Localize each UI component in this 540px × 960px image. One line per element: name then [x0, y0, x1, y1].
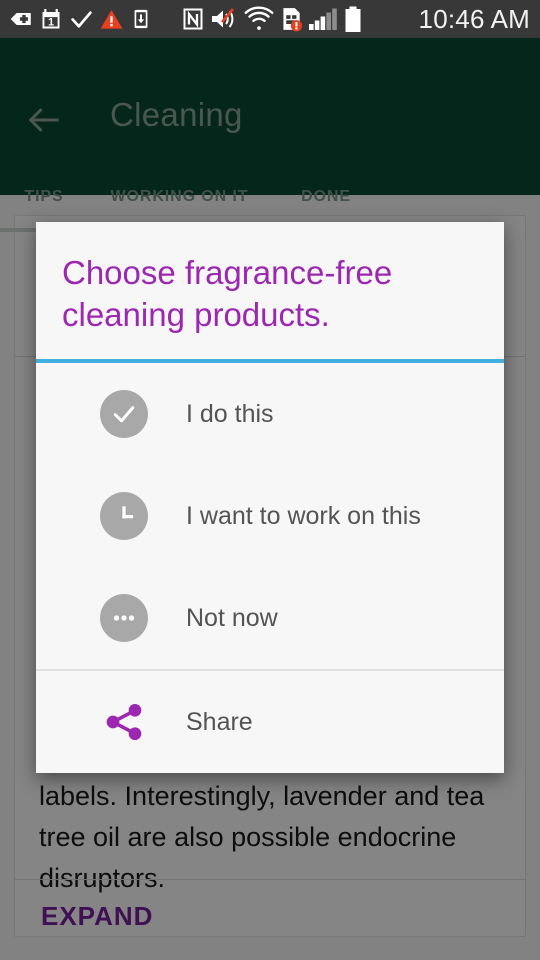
- status-spacer: [156, 4, 178, 34]
- option-label: I want to work on this: [186, 501, 421, 530]
- cell-signal-icon: [306, 4, 340, 34]
- status-bar-clock: 10:46 AM: [418, 4, 530, 34]
- more-horizontal-circle-icon: [100, 594, 148, 642]
- status-bar: 1 10:46 AM: [0, 0, 540, 38]
- checkmark-icon: [66, 4, 96, 34]
- tip-action-dialog: Choose fragrance-free cleaning products.…: [36, 222, 504, 773]
- option-i-want-to-work-on-this[interactable]: I want to work on this: [36, 465, 504, 567]
- clock-circle-icon: [100, 492, 148, 540]
- dialog-option-list: I do this I want to work on this Not now: [36, 363, 504, 669]
- check-circle-icon: [100, 390, 148, 438]
- svg-text:1: 1: [48, 16, 54, 28]
- option-label: I do this: [186, 399, 274, 428]
- calendar-1-icon: 1: [36, 4, 66, 34]
- option-i-do-this[interactable]: I do this: [36, 363, 504, 465]
- sim-card-alert-icon: [276, 4, 306, 34]
- option-not-now[interactable]: Not now: [36, 567, 504, 669]
- option-label: Not now: [186, 603, 278, 632]
- dialog-title: Choose fragrance-free cleaning products.: [62, 254, 393, 333]
- battery-full-icon: [340, 4, 366, 34]
- shield-plus-icon: [6, 4, 36, 34]
- nfc-icon: [178, 4, 208, 34]
- share-icon: [100, 698, 148, 746]
- share-label: Share: [186, 707, 253, 736]
- wifi-icon: [242, 4, 276, 34]
- dialog-share-action[interactable]: Share: [36, 671, 504, 773]
- warning-triangle-icon: [96, 4, 126, 34]
- volume-mute-icon: [208, 4, 242, 34]
- phone-download-icon: [126, 4, 156, 34]
